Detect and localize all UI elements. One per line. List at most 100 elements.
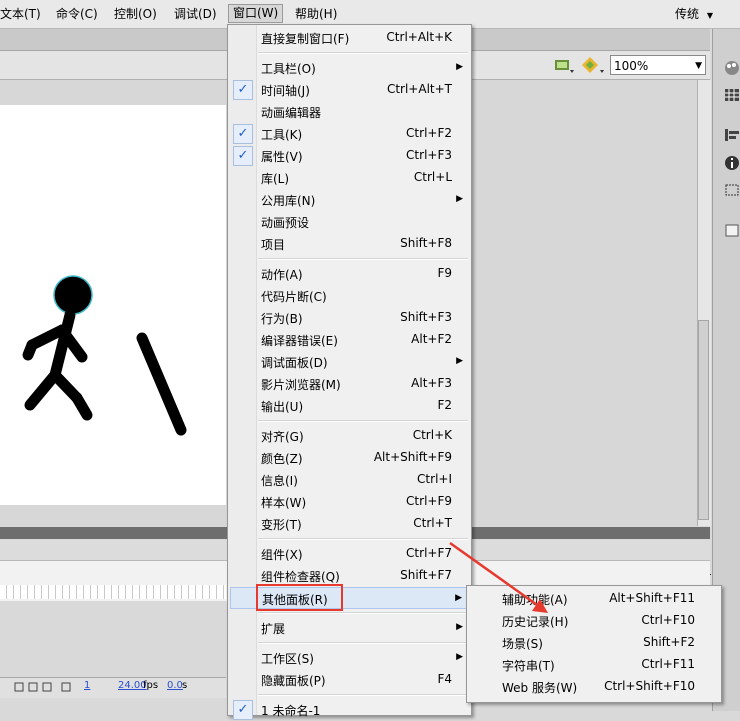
menu-item-shortcut: F2 <box>437 398 452 412</box>
menu-item-shortcut: Alt+Shift+F11 <box>609 591 695 605</box>
window-menu-item[interactable]: 公用库(N) ▶ <box>230 189 469 211</box>
menu-help[interactable]: 帮助(H) <box>295 6 337 23</box>
window-menu-item[interactable]: ✓ 时间轴(J) Ctrl+Alt+T <box>230 79 469 101</box>
menu-item-shortcut: Ctrl+L <box>413 170 452 184</box>
menu-separator <box>258 538 468 540</box>
submenu-arrow-icon: ▶ <box>456 356 463 366</box>
stick-figure[interactable] <box>0 105 226 505</box>
zoom-value: 100% <box>614 59 649 73</box>
menu-item-shortcut: Alt+F2 <box>411 332 452 346</box>
menu-debug[interactable]: 调试(D) <box>174 6 217 23</box>
menu-separator <box>258 612 468 614</box>
current-frame[interactable]: 1 <box>84 680 90 691</box>
window-menu-item[interactable]: 调试面板(D) ▶ <box>230 351 469 373</box>
window-menu-item[interactable]: 代码片断(C) <box>230 285 469 307</box>
scrollbar-thumb[interactable] <box>698 320 709 520</box>
menu-window[interactable]: 窗口(W) <box>228 4 284 23</box>
menu-item-label: 信息(I) <box>261 474 298 488</box>
checkmark-icon: ✓ <box>233 124 253 144</box>
menu-separator <box>258 420 468 422</box>
menu-item-label: 行为(B) <box>261 312 303 326</box>
menu-item-shortcut: Ctrl+K <box>412 428 452 442</box>
menu-text[interactable]: 文本(T) <box>0 6 41 23</box>
menu-item-shortcut: Ctrl+F3 <box>406 148 452 162</box>
menu-separator <box>258 694 468 696</box>
menu-item-label: 属性(V) <box>261 150 303 164</box>
window-menu-item[interactable]: 组件(X) Ctrl+F7 <box>230 543 469 565</box>
window-menu-item[interactable]: 变形(T) Ctrl+T <box>230 513 469 535</box>
window-menu-item[interactable]: 隐藏面板(P) F4 <box>230 669 469 691</box>
menu-item-label: Web 服务(W) <box>502 681 578 695</box>
menu-item-label: 公用库(N) <box>261 194 316 208</box>
stage[interactable] <box>0 105 226 505</box>
window-menu-item[interactable]: 工作区(S) ▶ <box>230 647 469 669</box>
other-panels-item[interactable]: 字符串(T) Ctrl+F11 <box>469 654 719 676</box>
window-menu-item[interactable]: 编译器错误(E) Alt+F2 <box>230 329 469 351</box>
menu-item-label: 动作(A) <box>261 268 303 282</box>
menu-item-label: 动画编辑器 <box>261 106 322 120</box>
info-icon[interactable] <box>724 155 740 171</box>
window-menu-item[interactable]: 行为(B) Shift+F3 <box>230 307 469 329</box>
menu-item-label: 项目 <box>261 238 286 252</box>
window-menu-item[interactable]: 影片浏览器(M) Alt+F3 <box>230 373 469 395</box>
menu-item-label: 隐藏面板(P) <box>261 674 326 688</box>
other-panels-item[interactable]: 场景(S) Shift+F2 <box>469 632 719 654</box>
menu-item-label: 直接复制窗口(F) <box>261 32 350 46</box>
window-menu-item[interactable]: 工具栏(O) ▶ <box>230 57 469 79</box>
menu-item-shortcut: Ctrl+F9 <box>406 494 452 508</box>
window-menu-item[interactable]: 扩展 ▶ <box>230 617 469 639</box>
menu-item-label: 组件检查器(Q) <box>261 570 340 584</box>
edit-symbol-icon[interactable] <box>581 55 607 77</box>
window-menu-item[interactable]: 对齐(G) Ctrl+K <box>230 425 469 447</box>
menu-item-label: 动画预设 <box>261 216 310 230</box>
window-menu-item[interactable]: 样本(W) Ctrl+F9 <box>230 491 469 513</box>
window-menu-item[interactable]: 项目 Shift+F8 <box>230 233 469 255</box>
menu-item-shortcut: Ctrl+I <box>417 472 452 486</box>
menu-item-shortcut: Shift+F8 <box>400 236 452 250</box>
submenu-arrow-icon: ▶ <box>456 652 463 662</box>
menu-item-shortcut: Ctrl+Alt+T <box>386 82 452 96</box>
library-icon[interactable] <box>724 222 740 238</box>
window-menu-item[interactable]: 动画编辑器 <box>230 101 469 123</box>
workspace-switcher[interactable]: 传统 ▼ <box>675 6 713 24</box>
menu-item-shortcut: Ctrl+F2 <box>406 126 452 140</box>
window-menu-item[interactable]: ✓ 1 未命名-1 <box>230 699 469 721</box>
window-menu-item[interactable]: 动画预设 <box>230 211 469 233</box>
window-menu-item[interactable]: ✓ 属性(V) Ctrl+F3 <box>230 145 469 167</box>
window-menu-item[interactable]: 动作(A) F9 <box>230 263 469 285</box>
annotation-arrow-icon <box>449 541 548 613</box>
timeline-layer-frames[interactable] <box>0 585 226 599</box>
menu-item-label: 库(L) <box>261 172 290 186</box>
chevron-down-icon: ▼ <box>706 11 713 20</box>
window-menu-item[interactable]: 库(L) Ctrl+L <box>230 167 469 189</box>
highlight-annotation-box <box>256 584 343 611</box>
menu-command[interactable]: 命令(C) <box>56 6 98 23</box>
other-panels-item[interactable]: Web 服务(W) Ctrl+Shift+F10 <box>469 676 719 698</box>
swatches-icon[interactable] <box>724 88 740 102</box>
menu-item-shortcut: Ctrl+F11 <box>641 657 695 671</box>
menu-item-label: 时间轴(J) <box>261 84 310 98</box>
menu-item-label: 变形(T) <box>261 518 302 532</box>
align-icon[interactable] <box>724 128 740 142</box>
workspace-label: 传统 <box>675 7 700 21</box>
submenu-arrow-icon: ▶ <box>456 194 463 204</box>
menu-item-label: 颜色(Z) <box>261 452 303 466</box>
elapsed-time[interactable]: 0.0 <box>167 680 183 691</box>
window-menu-item[interactable]: 直接复制窗口(F) Ctrl+Alt+K <box>230 27 469 49</box>
submenu-arrow-icon: ▶ <box>456 62 463 72</box>
menu-control[interactable]: 控制(O) <box>114 6 157 23</box>
menu-item-label: 组件(X) <box>261 548 303 562</box>
window-menu-item[interactable]: 输出(U) F2 <box>230 395 469 417</box>
color-panel-icon[interactable] <box>724 60 740 76</box>
menu-item-shortcut: F4 <box>437 672 452 686</box>
window-menu-item[interactable]: 信息(I) Ctrl+I <box>230 469 469 491</box>
menu-item-shortcut: Alt+Shift+F9 <box>373 450 452 464</box>
window-menu-item[interactable]: 颜色(Z) Alt+Shift+F9 <box>230 447 469 469</box>
menu-separator <box>258 642 468 644</box>
transform-icon[interactable] <box>724 183 740 197</box>
menu-separator <box>258 52 468 54</box>
zoom-select[interactable]: 100% ▼ <box>610 55 706 75</box>
onion-skin-icon[interactable] <box>14 681 74 693</box>
window-menu-item[interactable]: ✓ 工具(K) Ctrl+F2 <box>230 123 469 145</box>
edit-scene-icon[interactable] <box>553 56 577 76</box>
